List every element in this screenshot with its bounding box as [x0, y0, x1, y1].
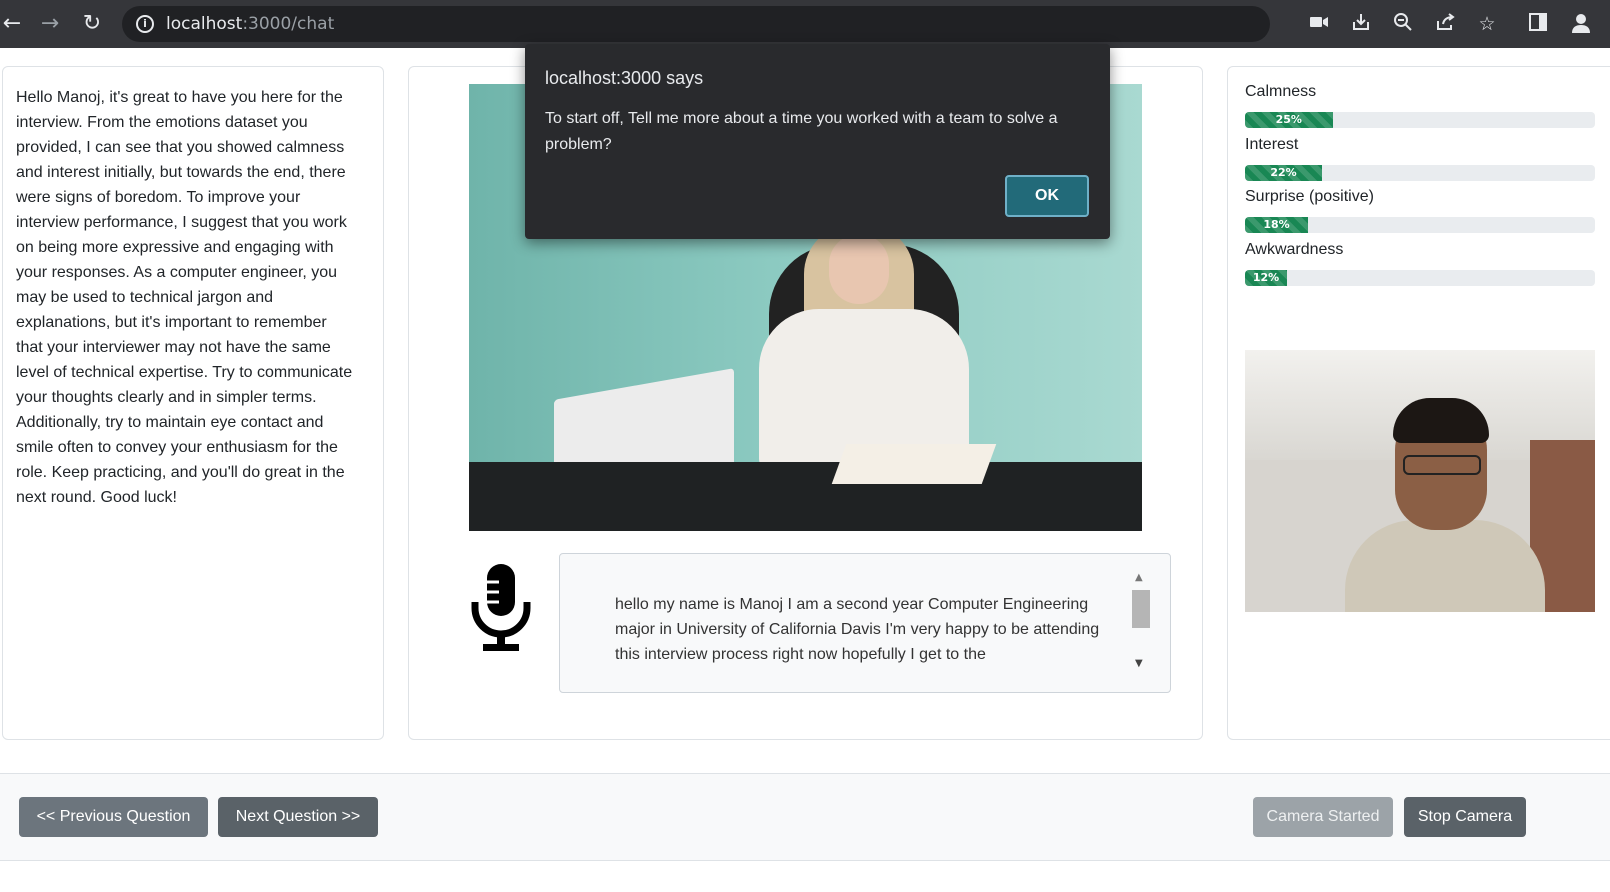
progress-track: 12%: [1245, 270, 1595, 286]
emotion-label: Calmness: [1245, 83, 1317, 100]
transcript-text: hello my name is Manoj I am a second yea…: [615, 596, 1100, 663]
dialog-title: localhost:3000 says: [545, 68, 704, 88]
progress-track: 22%: [1245, 165, 1595, 181]
zoom-icon[interactable]: [1391, 12, 1415, 36]
scroll-down-icon[interactable]: ▼: [1135, 658, 1143, 669]
feedback-panel: Hello Manoj, it's great to have you here…: [2, 66, 384, 740]
alert-dialog: localhost:3000 says To start off, Tell m…: [525, 44, 1110, 239]
transcript-scrollbar[interactable]: ▲ ▼: [1130, 572, 1152, 676]
browser-toolbar: ← → ↻ i localhost:3000/chat ☆: [0, 0, 1610, 48]
camera-in-use-icon[interactable]: [1307, 12, 1331, 36]
progress-fill: 12%: [1245, 270, 1287, 286]
emotion-label: Awkwardness: [1245, 241, 1344, 258]
back-icon[interactable]: ←: [0, 10, 26, 38]
question-controls: << Previous Question Next Question >> Ca…: [0, 773, 1610, 861]
progress-fill: 18%: [1245, 217, 1308, 233]
reload-icon[interactable]: ↻: [78, 10, 106, 38]
emotion-awkwardness: Awkwardness 12%: [1245, 241, 1595, 286]
emotions-panel: Calmness 25% Interest 22% Surprise (posi…: [1227, 66, 1610, 740]
site-info-icon[interactable]: i: [136, 15, 154, 33]
emotion-calmness: Calmness 25%: [1245, 83, 1595, 128]
progress-fill: 25%: [1245, 112, 1333, 128]
emotion-surprise-positive: Surprise (positive) 18%: [1245, 188, 1595, 233]
address-bar[interactable]: i localhost:3000/chat: [122, 6, 1270, 42]
camera-started-button[interactable]: Camera Started: [1253, 797, 1393, 837]
profile-icon[interactable]: [1569, 12, 1593, 36]
microphone-icon[interactable]: [469, 562, 533, 652]
emotion-interest: Interest 22%: [1245, 136, 1595, 181]
emotion-label: Interest: [1245, 136, 1299, 153]
dialog-message: To start off, Tell me more about a time …: [545, 110, 1058, 153]
scroll-up-icon[interactable]: ▲: [1135, 572, 1143, 583]
bookmark-star-icon[interactable]: ☆: [1475, 12, 1499, 36]
webcam-feed: [1245, 350, 1595, 612]
install-app-icon[interactable]: [1349, 12, 1373, 36]
ok-button[interactable]: OK: [1005, 175, 1089, 217]
progress-track: 18%: [1245, 217, 1595, 233]
next-question-button[interactable]: Next Question >>: [218, 797, 378, 837]
stop-camera-button[interactable]: Stop Camera: [1404, 797, 1526, 837]
address-url[interactable]: localhost:3000/chat: [166, 14, 334, 34]
forward-icon[interactable]: →: [36, 10, 64, 38]
side-panel-icon[interactable]: [1526, 12, 1550, 36]
transcript-box[interactable]: hello my name is Manoj I am a second yea…: [559, 553, 1171, 693]
progress-track: 25%: [1245, 112, 1595, 128]
previous-question-button[interactable]: << Previous Question: [19, 797, 208, 837]
emotion-label: Surprise (positive): [1245, 188, 1374, 205]
progress-fill: 22%: [1245, 165, 1322, 181]
feedback-text: Hello Manoj, it's great to have you here…: [16, 89, 353, 506]
share-icon[interactable]: [1433, 12, 1457, 36]
scroll-thumb[interactable]: [1132, 590, 1150, 628]
